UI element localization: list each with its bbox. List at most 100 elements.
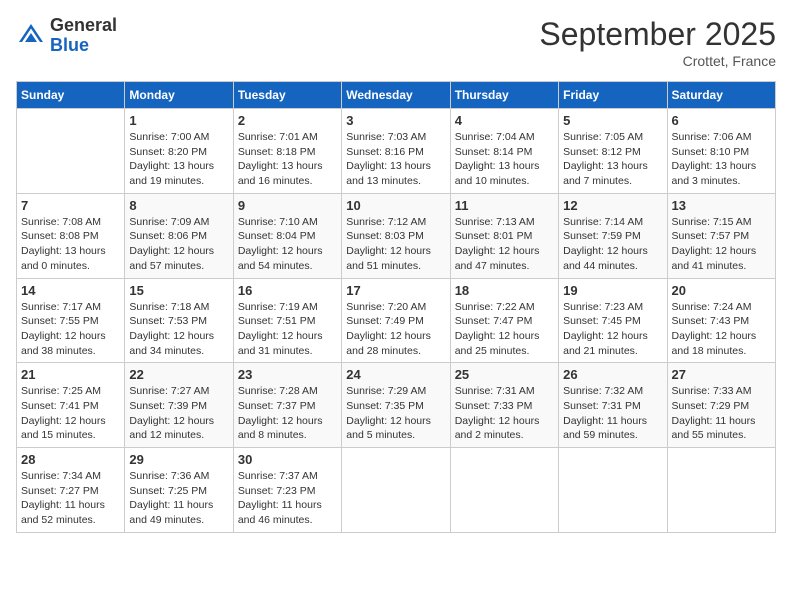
week-row-3: 14 Sunrise: 7:17 AMSunset: 7:55 PMDayligh…: [17, 278, 776, 363]
day-of-week-monday: Monday: [125, 82, 233, 109]
day-number: 14: [21, 283, 120, 298]
day-number: 3: [346, 113, 445, 128]
day-number: 27: [672, 367, 771, 382]
calendar-cell: 3 Sunrise: 7:03 AMSunset: 8:16 PMDaylight…: [342, 109, 450, 194]
day-number: 12: [563, 198, 662, 213]
day-number: 2: [238, 113, 337, 128]
calendar-cell: 17 Sunrise: 7:20 AMSunset: 7:49 PMDayligh…: [342, 278, 450, 363]
day-number: 18: [455, 283, 554, 298]
day-info: Sunrise: 7:27 AMSunset: 7:39 PMDaylight:…: [129, 384, 228, 443]
calendar-cell: 2 Sunrise: 7:01 AMSunset: 8:18 PMDaylight…: [233, 109, 341, 194]
calendar-cell: 16 Sunrise: 7:19 AMSunset: 7:51 PMDayligh…: [233, 278, 341, 363]
day-info: Sunrise: 7:23 AMSunset: 7:45 PMDaylight:…: [563, 300, 662, 359]
calendar-cell: [667, 448, 775, 533]
calendar-cell: 22 Sunrise: 7:27 AMSunset: 7:39 PMDayligh…: [125, 363, 233, 448]
day-number: 16: [238, 283, 337, 298]
day-number: 19: [563, 283, 662, 298]
day-info: Sunrise: 7:20 AMSunset: 7:49 PMDaylight:…: [346, 300, 445, 359]
page-header: General Blue September 2025 Crottet, Fra…: [16, 16, 776, 69]
calendar-cell: 1 Sunrise: 7:00 AMSunset: 8:20 PMDaylight…: [125, 109, 233, 194]
day-number: 11: [455, 198, 554, 213]
day-number: 21: [21, 367, 120, 382]
calendar-cell: 24Sunrise: 7:29 AMSunset: 7:35 PMDayligh…: [342, 363, 450, 448]
day-info: Sunrise: 7:01 AMSunset: 8:18 PMDaylight:…: [238, 130, 337, 189]
day-number: 8: [129, 198, 228, 213]
day-info: Sunrise: 7:08 AMSunset: 8:08 PMDaylight:…: [21, 215, 120, 274]
calendar-cell: 20 Sunrise: 7:24 AMSunset: 7:43 PMDayligh…: [667, 278, 775, 363]
day-info: Sunrise: 7:33 AMSunset: 7:29 PMDaylight:…: [672, 384, 771, 443]
day-number: 28: [21, 452, 120, 467]
calendar-cell: 7 Sunrise: 7:08 AMSunset: 8:08 PMDaylight…: [17, 193, 125, 278]
day-number: 22: [129, 367, 228, 382]
day-number: 1: [129, 113, 228, 128]
calendar-cell: [559, 448, 667, 533]
calendar-cell: [450, 448, 558, 533]
day-info: Sunrise: 7:15 AMSunset: 7:57 PMDaylight:…: [672, 215, 771, 274]
calendar-cell: 15Sunrise: 7:18 AMSunset: 7:53 PMDayligh…: [125, 278, 233, 363]
calendar-cell: 11 Sunrise: 7:13 AMSunset: 8:01 PMDayligh…: [450, 193, 558, 278]
calendar-cell: 18 Sunrise: 7:22 AMSunset: 7:47 PMDayligh…: [450, 278, 558, 363]
calendar-table: SundayMondayTuesdayWednesdayThursdayFrid…: [16, 81, 776, 533]
day-info: Sunrise: 7:04 AMSunset: 8:14 PMDaylight:…: [455, 130, 554, 189]
calendar-cell: 4 Sunrise: 7:04 AMSunset: 8:14 PMDaylight…: [450, 109, 558, 194]
day-number: 30: [238, 452, 337, 467]
day-number: 5: [563, 113, 662, 128]
logo-icon: [16, 21, 46, 51]
day-info: Sunrise: 7:12 AMSunset: 8:03 PMDaylight:…: [346, 215, 445, 274]
day-info: Sunrise: 7:17 AMSunset: 7:55 PMDaylight:…: [21, 300, 120, 359]
day-of-week-saturday: Saturday: [667, 82, 775, 109]
day-number: 23: [238, 367, 337, 382]
day-of-week-tuesday: Tuesday: [233, 82, 341, 109]
calendar-cell: 8Sunrise: 7:09 AMSunset: 8:06 PMDaylight…: [125, 193, 233, 278]
month-year-title: September 2025: [539, 16, 776, 53]
calendar-cell: 26 Sunrise: 7:32 AMSunset: 7:31 PMDayligh…: [559, 363, 667, 448]
day-number: 13: [672, 198, 771, 213]
calendar-cell: 21 Sunrise: 7:25 AMSunset: 7:41 PMDayligh…: [17, 363, 125, 448]
day-info: Sunrise: 7:00 AMSunset: 8:20 PMDaylight:…: [129, 130, 228, 189]
day-number: 17: [346, 283, 445, 298]
logo-blue-text: Blue: [50, 35, 89, 55]
day-info: Sunrise: 7:24 AMSunset: 7:43 PMDaylight:…: [672, 300, 771, 359]
day-info: Sunrise: 7:10 AMSunset: 8:04 PMDaylight:…: [238, 215, 337, 274]
week-row-5: 28 Sunrise: 7:34 AMSunset: 7:27 PMDayligh…: [17, 448, 776, 533]
calendar-cell: 12Sunrise: 7:14 AMSunset: 7:59 PMDayligh…: [559, 193, 667, 278]
location-label: Crottet, France: [539, 53, 776, 69]
calendar-cell: 9 Sunrise: 7:10 AMSunset: 8:04 PMDaylight…: [233, 193, 341, 278]
week-row-1: 1 Sunrise: 7:00 AMSunset: 8:20 PMDaylight…: [17, 109, 776, 194]
day-info: Sunrise: 7:03 AMSunset: 8:16 PMDaylight:…: [346, 130, 445, 189]
calendar-cell: 28 Sunrise: 7:34 AMSunset: 7:27 PMDayligh…: [17, 448, 125, 533]
day-number: 26: [563, 367, 662, 382]
calendar-cell: 14 Sunrise: 7:17 AMSunset: 7:55 PMDayligh…: [17, 278, 125, 363]
calendar-cell: [342, 448, 450, 533]
day-number: 7: [21, 198, 120, 213]
calendar-cell: 23 Sunrise: 7:28 AMSunset: 7:37 PMDayligh…: [233, 363, 341, 448]
day-of-week-friday: Friday: [559, 82, 667, 109]
title-block: September 2025 Crottet, France: [539, 16, 776, 69]
calendar-cell: [17, 109, 125, 194]
day-of-week-thursday: Thursday: [450, 82, 558, 109]
day-number: 9: [238, 198, 337, 213]
calendar-cell: 13 Sunrise: 7:15 AMSunset: 7:57 PMDayligh…: [667, 193, 775, 278]
day-info: Sunrise: 7:31 AMSunset: 7:33 PMDaylight:…: [455, 384, 554, 443]
day-info: Sunrise: 7:34 AMSunset: 7:27 PMDaylight:…: [21, 469, 120, 528]
logo: General Blue: [16, 16, 117, 56]
calendar-cell: 29Sunrise: 7:36 AMSunset: 7:25 PMDayligh…: [125, 448, 233, 533]
calendar-body: 1 Sunrise: 7:00 AMSunset: 8:20 PMDaylight…: [17, 109, 776, 533]
day-info: Sunrise: 7:36 AMSunset: 7:25 PMDaylight:…: [129, 469, 228, 528]
day-info: Sunrise: 7:19 AMSunset: 7:51 PMDaylight:…: [238, 300, 337, 359]
calendar-cell: 27 Sunrise: 7:33 AMSunset: 7:29 PMDayligh…: [667, 363, 775, 448]
day-info: Sunrise: 7:32 AMSunset: 7:31 PMDaylight:…: [563, 384, 662, 443]
week-row-2: 7 Sunrise: 7:08 AMSunset: 8:08 PMDaylight…: [17, 193, 776, 278]
day-info: Sunrise: 7:22 AMSunset: 7:47 PMDaylight:…: [455, 300, 554, 359]
day-of-week-sunday: Sunday: [17, 82, 125, 109]
calendar-cell: 30Sunrise: 7:37 AMSunset: 7:23 PMDayligh…: [233, 448, 341, 533]
day-number: 4: [455, 113, 554, 128]
day-info: Sunrise: 7:28 AMSunset: 7:37 PMDaylight:…: [238, 384, 337, 443]
day-info: Sunrise: 7:13 AMSunset: 8:01 PMDaylight:…: [455, 215, 554, 274]
day-number: 20: [672, 283, 771, 298]
calendar-cell: 25Sunrise: 7:31 AMSunset: 7:33 PMDayligh…: [450, 363, 558, 448]
logo-general-text: General: [50, 15, 117, 35]
calendar-cell: 10Sunrise: 7:12 AMSunset: 8:03 PMDayligh…: [342, 193, 450, 278]
day-of-week-wednesday: Wednesday: [342, 82, 450, 109]
day-info: Sunrise: 7:25 AMSunset: 7:41 PMDaylight:…: [21, 384, 120, 443]
